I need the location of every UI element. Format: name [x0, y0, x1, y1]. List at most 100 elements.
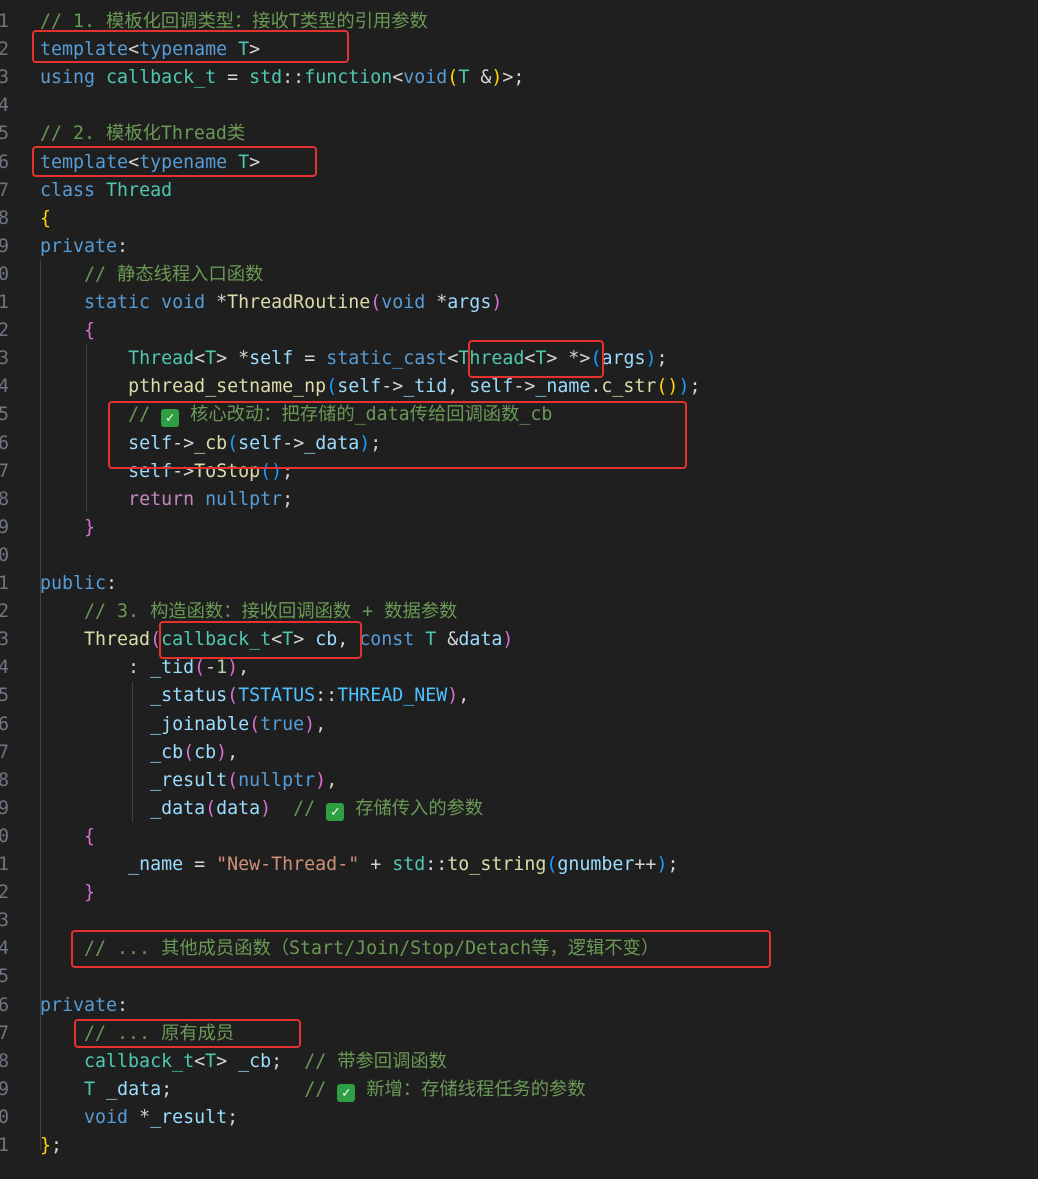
code-line[interactable]: 9 } — [0, 514, 1038, 542]
code-token: , — [447, 376, 470, 398]
line-number: 0 — [0, 544, 10, 566]
code-token: > — [293, 629, 316, 651]
code-line[interactable]: 0 — [0, 542, 1038, 570]
code-token: , — [315, 713, 327, 735]
code-token: < — [392, 67, 404, 89]
line-number: 4 — [0, 938, 10, 960]
code-line[interactable]: 4 pthread_setname_np(self->_tid, self->_… — [0, 373, 1038, 401]
code-line[interactable]: 7 self->ToStop(); — [0, 458, 1038, 486]
code-line[interactable]: 2 } — [0, 879, 1038, 907]
code-line[interactable]: 5 — [0, 963, 1038, 991]
code-line[interactable]: 8{ — [0, 205, 1038, 233]
code-token: self — [249, 348, 294, 370]
code-line[interactable]: 1 static void *ThreadRoutine(void *args) — [0, 289, 1038, 317]
code-line[interactable]: 8 _result(nullptr), — [0, 767, 1038, 795]
code-token: typename — [139, 39, 228, 61]
code-line[interactable]: 9 _data(data) // ✓ 存储传入的参数 — [0, 795, 1038, 823]
code-token: ( — [183, 741, 195, 763]
code-token: void — [381, 292, 426, 313]
code-line[interactable]: 2 // 3. 构造函数：接收回调函数 + 数据参数 — [0, 598, 1038, 626]
code-token: -> — [282, 432, 305, 454]
code-line[interactable]: 5 _status(TSTATUS::THREAD_NEW), — [0, 682, 1038, 710]
line-number: 7 — [0, 460, 10, 482]
code-line[interactable]: 1}; — [0, 1132, 1038, 1160]
code-token: // 带参回调函数 — [304, 1050, 447, 1072]
code-token: function — [304, 67, 393, 89]
code-token: ) — [304, 713, 316, 735]
code-line[interactable]: 7 class Thread — [0, 177, 1038, 205]
line-number: 1 — [0, 573, 10, 594]
code-token: * — [425, 292, 448, 313]
code-token: nullptr — [205, 488, 283, 510]
code-line[interactable]: 3 Thread(callback_t<T> cb, const T &data… — [0, 626, 1038, 654]
code-token: ) — [315, 769, 327, 791]
code-token: > * — [216, 348, 250, 370]
code-line[interactable]: 1 _name = "New-Thread-" + std::to_string… — [0, 851, 1038, 879]
code-line[interactable]: 6 template<typename T> — [0, 149, 1038, 177]
code-line[interactable]: 6 private: — [0, 992, 1038, 1020]
code-text: public: — [40, 570, 117, 598]
code-token: // — [304, 1078, 338, 1100]
code-text: T _data; // ✓ 新增：存储线程任务的参数 — [40, 1076, 586, 1104]
code-line[interactable]: 2 template<typename T> — [0, 36, 1038, 64]
code-token: T — [535, 348, 547, 370]
code-line[interactable]: 6 _joinable(true), — [0, 711, 1038, 739]
code-token: < — [194, 1050, 206, 1072]
code-token: _data — [106, 1078, 162, 1100]
code-token: :: — [315, 685, 338, 707]
code-line[interactable]: 9 private: — [0, 233, 1038, 261]
code-line[interactable]: 8 callback_t<T> _cb; // 带参回调函数 — [0, 1048, 1038, 1076]
code-token: cb — [194, 741, 217, 763]
code-line[interactable]: 7 // ... 原有成员 — [0, 1020, 1038, 1048]
code-token: & — [436, 629, 459, 651]
line-number: 1 — [0, 292, 10, 313]
code-line[interactable]: 4 // ... 其他成员函数（Start/Join/Stop/Detach等，… — [0, 935, 1038, 963]
code-token: return — [128, 488, 195, 510]
code-token: ; — [282, 460, 294, 482]
code-token: : — [117, 235, 129, 257]
code-line[interactable]: 4 : _tid(-1), — [0, 654, 1038, 682]
code-token: _result — [150, 769, 228, 791]
code-token: 1 — [216, 657, 228, 679]
code-line[interactable]: 1 public: — [0, 570, 1038, 598]
code-line[interactable]: 3 Thread<T> *self = static_cast<Thread<T… — [0, 345, 1038, 373]
code-token: c_str — [601, 376, 657, 398]
code-token: pthread_setname_np — [128, 376, 327, 398]
code-line[interactable]: 0 void *_result; — [0, 1104, 1038, 1132]
code-line[interactable]: 0 { — [0, 823, 1038, 851]
code-text: _joinable(true), — [40, 711, 326, 739]
line-number: 9 — [0, 516, 10, 538]
line-number: 9 — [0, 1078, 10, 1100]
code-line[interactable]: 5 // 2. 模板化Thread类 — [0, 120, 1038, 148]
code-token: // ... 原有成员 — [84, 1022, 235, 1044]
code-line[interactable]: 3 using callback_t = std::function<void(T… — [0, 64, 1038, 92]
code-line[interactable]: 1 // 1. 模板化回调类型：接收T类型的引用参数 — [0, 8, 1038, 36]
code-token: < — [128, 151, 140, 173]
check-mark-icon: ✓ — [161, 409, 180, 428]
line-number: 7 — [0, 1022, 10, 1044]
code-token: // ... 其他成员函数（Start/Join/Stop/Detach等，逻辑… — [84, 938, 660, 960]
code-line[interactable]: 8 return nullptr; — [0, 486, 1038, 514]
code-text: template<typename T> — [40, 149, 260, 177]
code-line[interactable]: 6 self->_cb(self->_data); — [0, 430, 1038, 458]
code-line[interactable]: 7 _cb(cb), — [0, 739, 1038, 767]
code-token: ++ — [634, 854, 657, 875]
code-line[interactable]: 0 // 静态线程入口函数 — [0, 261, 1038, 289]
check-mark-icon: ✓ — [337, 1083, 356, 1102]
code-token: -> — [172, 432, 195, 454]
code-line[interactable]: 4 — [0, 92, 1038, 120]
code-line[interactable]: 5 // ✓ 核心改动：把存储的_data传给回调函数_cb — [0, 401, 1038, 429]
code-editor[interactable]: 1// 1. 模板化回调类型：接收T类型的引用参数 2 template<typen… — [0, 0, 1038, 1179]
code-line[interactable]: 2 { — [0, 317, 1038, 345]
code-text: Thread(callback_t<T> cb, const T &data) — [40, 626, 513, 654]
code-line[interactable]: 3 — [0, 907, 1038, 935]
code-line[interactable]: 9 T _data; // ✓ 新增：存储线程任务的参数 — [0, 1076, 1038, 1104]
